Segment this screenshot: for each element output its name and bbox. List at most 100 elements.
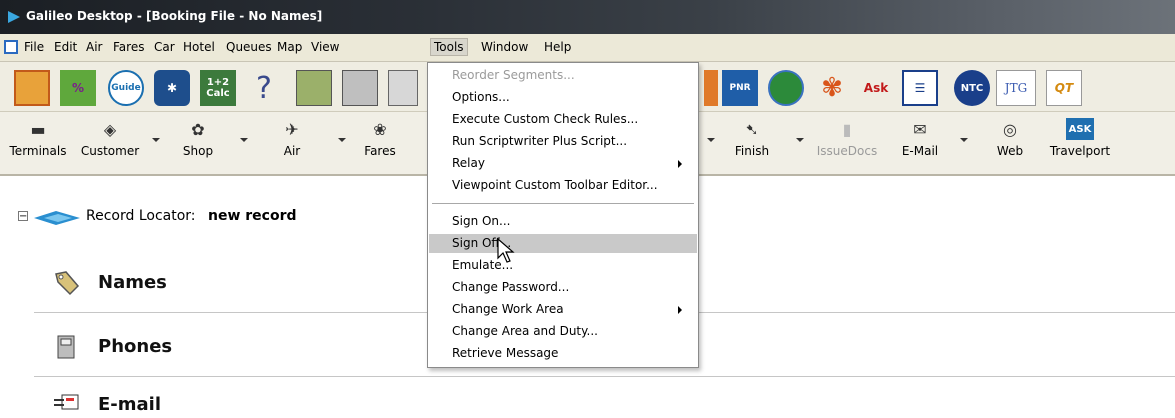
menu-toolbar-editor[interactable]: Viewpoint Custom Toolbar Editor... [452, 176, 692, 195]
menu-relay-label: Relay [452, 156, 485, 170]
menu-bar: File Edit Air Fares Car Hotel Queues Map… [0, 34, 1175, 62]
document-icon[interactable] [388, 70, 418, 106]
menu-file[interactable]: File [22, 40, 46, 54]
fares-button[interactable]: ❀ Fares [352, 116, 408, 159]
fares-icon: ❀ [373, 119, 387, 139]
menu-car[interactable]: Car [152, 40, 177, 54]
print-icon[interactable] [342, 70, 378, 106]
record-locator-value: new record [208, 208, 297, 224]
record-plane-icon [34, 211, 80, 225]
menu-hotel[interactable]: Hotel [181, 40, 217, 54]
collapse-toggle[interactable]: − [18, 211, 28, 222]
finish-icon: ➷ [745, 119, 759, 139]
menu-separator [432, 203, 694, 204]
menu-retrieve-message[interactable]: Retrieve Message [452, 344, 692, 363]
guide-label: Guide [111, 83, 141, 93]
menu-change-password[interactable]: Change Password... [452, 278, 692, 297]
computer-icon: ▬ [30, 119, 46, 139]
menu-relay[interactable]: Relay [452, 154, 692, 173]
menu-sign-on[interactable]: Sign On... [452, 212, 692, 231]
web-label: Web [996, 144, 1024, 158]
tag-icon: ◈ [103, 119, 117, 139]
travelport-label: Travelport [1049, 144, 1111, 158]
guide-icon[interactable]: Guide [108, 70, 144, 106]
menu-map[interactable]: Map [275, 40, 304, 54]
menu-air[interactable]: Air [84, 40, 104, 54]
air-button[interactable]: ✈ Air [262, 116, 322, 159]
menu-change-work-area-label: Change Work Area [452, 302, 564, 316]
air-label: Air [283, 144, 301, 158]
qt-label: QT [1054, 81, 1074, 95]
submenu-arrow-icon [678, 160, 682, 168]
menu-change-work-area[interactable]: Change Work Area [452, 300, 692, 319]
toolbar-partial-icon[interactable] [704, 70, 718, 106]
email-title: E-mail [98, 394, 162, 415]
air-dropdown-caret[interactable] [338, 138, 346, 142]
divider [34, 376, 1175, 377]
qt-icon[interactable]: QT [1046, 70, 1082, 106]
shop-button[interactable]: ✿ Shop [168, 116, 228, 159]
menu-tools[interactable]: Tools [430, 38, 468, 56]
email-label: E-Mail [901, 144, 939, 158]
finish-button[interactable]: ➷ Finish [724, 116, 780, 159]
help-icon[interactable]: ? [246, 70, 282, 106]
pnr-icon[interactable]: PNR [722, 70, 758, 106]
email-dropdown-caret[interactable] [960, 138, 968, 142]
list-icon[interactable]: ☰ [902, 70, 938, 106]
names-title: Names [98, 272, 167, 293]
shop-icon: ✿ [191, 119, 205, 139]
menu-reorder-segments: Reorder Segments... [452, 68, 575, 82]
pnr-label: PNR [729, 83, 751, 93]
ntc-icon[interactable]: NTC [954, 70, 990, 106]
customer-dropdown-caret[interactable] [152, 138, 160, 142]
menu-help[interactable]: Help [542, 40, 573, 54]
menu-window[interactable]: Window [479, 40, 530, 54]
tag-icon [55, 271, 80, 296]
web-button[interactable]: ◎ Web [982, 116, 1038, 159]
menu-change-area-duty[interactable]: Change Area and Duty... [452, 322, 692, 341]
menu-fares[interactable]: Fares [111, 40, 146, 54]
menu-queues[interactable]: Queues [224, 40, 274, 54]
flower-icon[interactable]: ✾ [814, 70, 850, 106]
terminals-label: Terminals [9, 144, 67, 158]
terminals-button[interactable]: ▬ Terminals [6, 116, 70, 159]
customer-label: Customer [80, 144, 140, 158]
map-icon[interactable] [14, 70, 50, 106]
menu-sign-off[interactable]: Sign Off... [429, 234, 697, 253]
phones-title: Phones [98, 336, 173, 357]
web-icon: ◎ [1003, 119, 1017, 139]
system-menu-icon[interactable] [4, 40, 18, 54]
ntc-label: NTC [960, 82, 984, 94]
menu-run-scriptwriter[interactable]: Run Scriptwriter Plus Script... [452, 132, 692, 151]
menu-options[interactable]: Options... [452, 88, 692, 107]
shop-dropdown-caret[interactable] [240, 138, 248, 142]
finish-label: Finish [734, 144, 770, 158]
globe-icon[interactable] [768, 70, 804, 106]
network-icon[interactable]: ✱ [154, 70, 190, 106]
customer-button[interactable]: ◈ Customer [70, 116, 150, 159]
menu-view[interactable]: View [309, 40, 341, 54]
print-ticket-icon[interactable] [296, 70, 332, 106]
plane-icon: ✈ [285, 119, 299, 139]
title-bar: Galileo Desktop - [Booking File - No Nam… [0, 0, 1175, 34]
calc-icon[interactable]: 1+2 Calc [200, 70, 236, 106]
tools-menu: Reorder Segments... Options... Execute C… [427, 62, 699, 368]
calc-label: 1+2 Calc [206, 77, 230, 99]
partial-dropdown-caret[interactable] [707, 138, 715, 142]
shop-label: Shop [182, 144, 214, 158]
record-locator-label: Record Locator: [86, 208, 196, 224]
menu-emulate[interactable]: Emulate... [452, 256, 692, 275]
travelport-button[interactable]: ASK Travelport [1040, 116, 1120, 158]
menu-edit[interactable]: Edit [52, 40, 79, 54]
percent-icon[interactable]: % [60, 70, 96, 106]
jtg-icon[interactable]: JTG [996, 70, 1036, 106]
jtg-label: JTG [1004, 81, 1028, 95]
window-title: Galileo Desktop - [Booking File - No Nam… [26, 9, 323, 23]
finish-dropdown-caret[interactable] [796, 138, 804, 142]
ask-icon[interactable]: Ask [858, 70, 894, 106]
mouse-cursor-icon [497, 238, 515, 263]
menu-execute-check-rules[interactable]: Execute Custom Check Rules... [452, 110, 692, 129]
email-button[interactable]: ✉ E-Mail [890, 116, 950, 159]
email-icon: ✉ [913, 119, 927, 139]
submenu-arrow-icon [678, 306, 682, 314]
